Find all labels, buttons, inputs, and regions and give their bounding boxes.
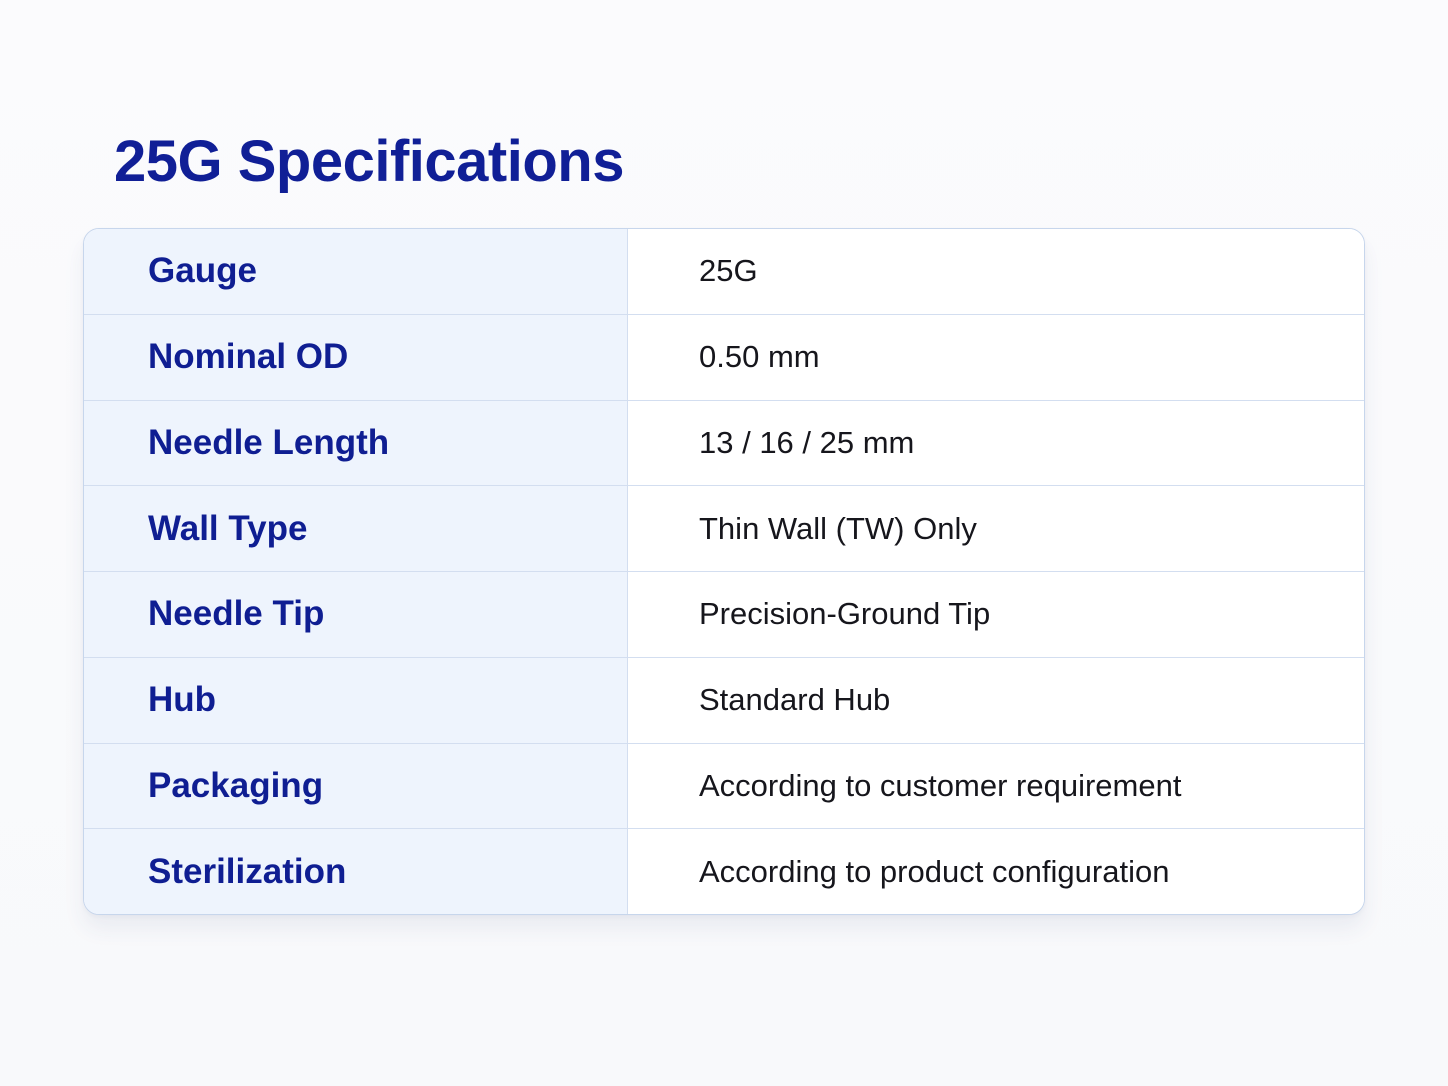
spec-label-cell: Packaging	[84, 743, 628, 829]
spec-value-cell: 25G	[628, 229, 1364, 314]
spec-value-cell: Thin Wall (TW) Only	[628, 486, 1364, 571]
spec-value: 25G	[699, 253, 758, 289]
spec-value-cell: 13 / 16 / 25 mm	[628, 400, 1364, 486]
spec-label: Needle Tip	[148, 594, 325, 634]
spec-row-needle-tip: Needle Tip Precision-Ground Tip	[84, 571, 1364, 657]
spec-row-gauge: Gauge 25G	[84, 229, 1364, 314]
spec-row-needle-length: Needle Length 13 / 16 / 25 mm	[84, 399, 1364, 486]
spec-label-cell: Gauge	[84, 229, 628, 314]
spec-row-hub: Hub Standard Hub	[84, 656, 1364, 743]
spec-label-cell: Nominal OD	[84, 314, 628, 400]
spec-value-cell: According to customer requirement	[628, 743, 1364, 829]
spec-value: Standard Hub	[699, 682, 891, 718]
spec-row-packaging: Packaging According to customer requirem…	[84, 742, 1364, 829]
spec-label: Needle Length	[148, 422, 390, 462]
spec-label-cell: Hub	[84, 657, 628, 743]
spec-value-cell: According to product configuration	[628, 829, 1364, 914]
spec-value-cell: 0.50 mm	[628, 314, 1364, 400]
spec-row-wall-type: Wall Type Thin Wall (TW) Only	[84, 485, 1364, 571]
spec-label: Hub	[148, 680, 217, 720]
spec-value: Thin Wall (TW) Only	[699, 510, 977, 546]
spec-label-cell: Wall Type	[84, 486, 628, 571]
spec-label: Packaging	[148, 765, 324, 805]
spec-label-cell: Sterilization	[84, 829, 628, 914]
spec-label-cell: Needle Tip	[84, 572, 628, 657]
page-title: 25G Specifications	[114, 129, 624, 194]
spec-label: Sterilization	[148, 851, 347, 891]
spec-table: Gauge 25G Nominal OD 0.50 mm Needle Leng…	[83, 228, 1365, 915]
spec-value: Precision-Ground Tip	[699, 596, 991, 632]
spec-row-sterilization: Sterilization According to product confi…	[84, 828, 1364, 914]
spec-value-cell: Standard Hub	[628, 657, 1364, 743]
spec-row-nominal-od: Nominal OD 0.50 mm	[84, 313, 1364, 400]
spec-value: According to product configuration	[699, 853, 1170, 889]
spec-label: Wall Type	[148, 508, 308, 548]
spec-value: 0.50 mm	[699, 339, 820, 375]
spec-value: 13 / 16 / 25 mm	[699, 424, 915, 460]
spec-label: Nominal OD	[148, 337, 349, 377]
spec-label: Gauge	[148, 251, 257, 291]
spec-value-cell: Precision-Ground Tip	[628, 572, 1364, 657]
spec-label-cell: Needle Length	[84, 400, 628, 486]
spec-value: According to customer requirement	[699, 767, 1182, 803]
